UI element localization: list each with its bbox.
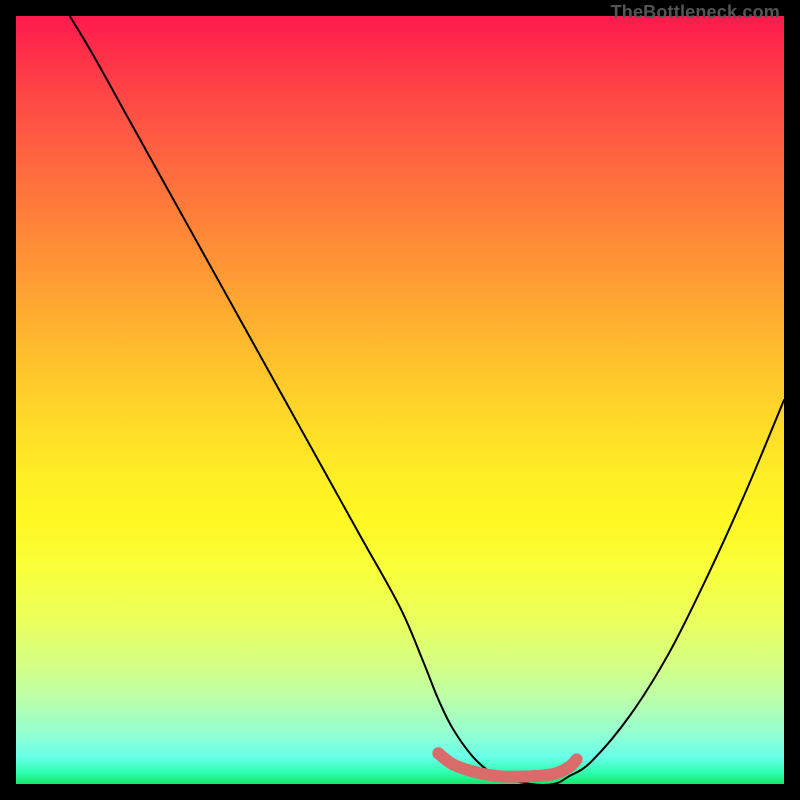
plot-area: TheBottleneck.com — [16, 16, 784, 784]
chart-svg — [16, 16, 784, 784]
highlight-segment — [438, 753, 576, 776]
bottleneck-curve — [70, 16, 784, 784]
chart-container: TheBottleneck.com — [0, 0, 800, 800]
highlight-start-dot — [432, 747, 444, 759]
